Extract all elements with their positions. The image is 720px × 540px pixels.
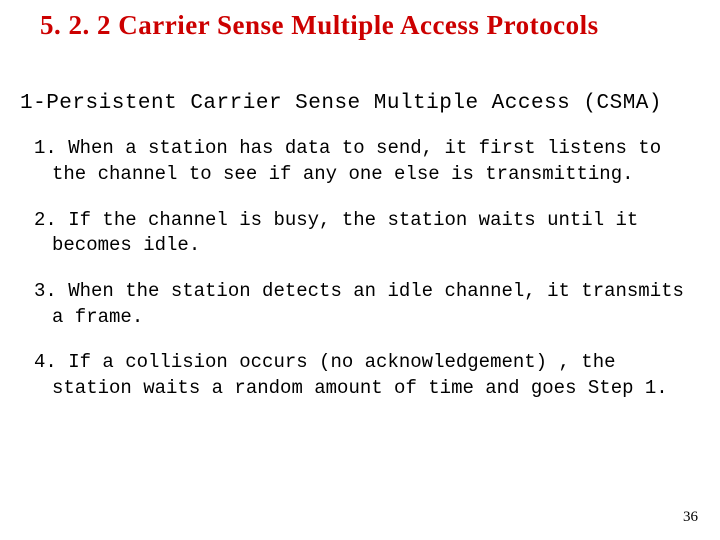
slide-title: 5. 2. 2 Carrier Sense Multiple Access Pr… — [40, 10, 690, 41]
subheading: 1-Persistent Carrier Sense Multiple Acce… — [20, 90, 690, 118]
list-item: 3. When the station detects an idle chan… — [34, 279, 690, 330]
list-item: 2. If the channel is busy, the station w… — [34, 208, 690, 259]
page-number: 36 — [683, 509, 698, 526]
body-text: 1-Persistent Carrier Sense Multiple Acce… — [20, 90, 690, 421]
list-item: 4. If a collision occurs (no acknowledge… — [34, 350, 690, 401]
slide: 5. 2. 2 Carrier Sense Multiple Access Pr… — [0, 0, 720, 540]
list-item: 1. When a station has data to send, it f… — [34, 136, 690, 187]
